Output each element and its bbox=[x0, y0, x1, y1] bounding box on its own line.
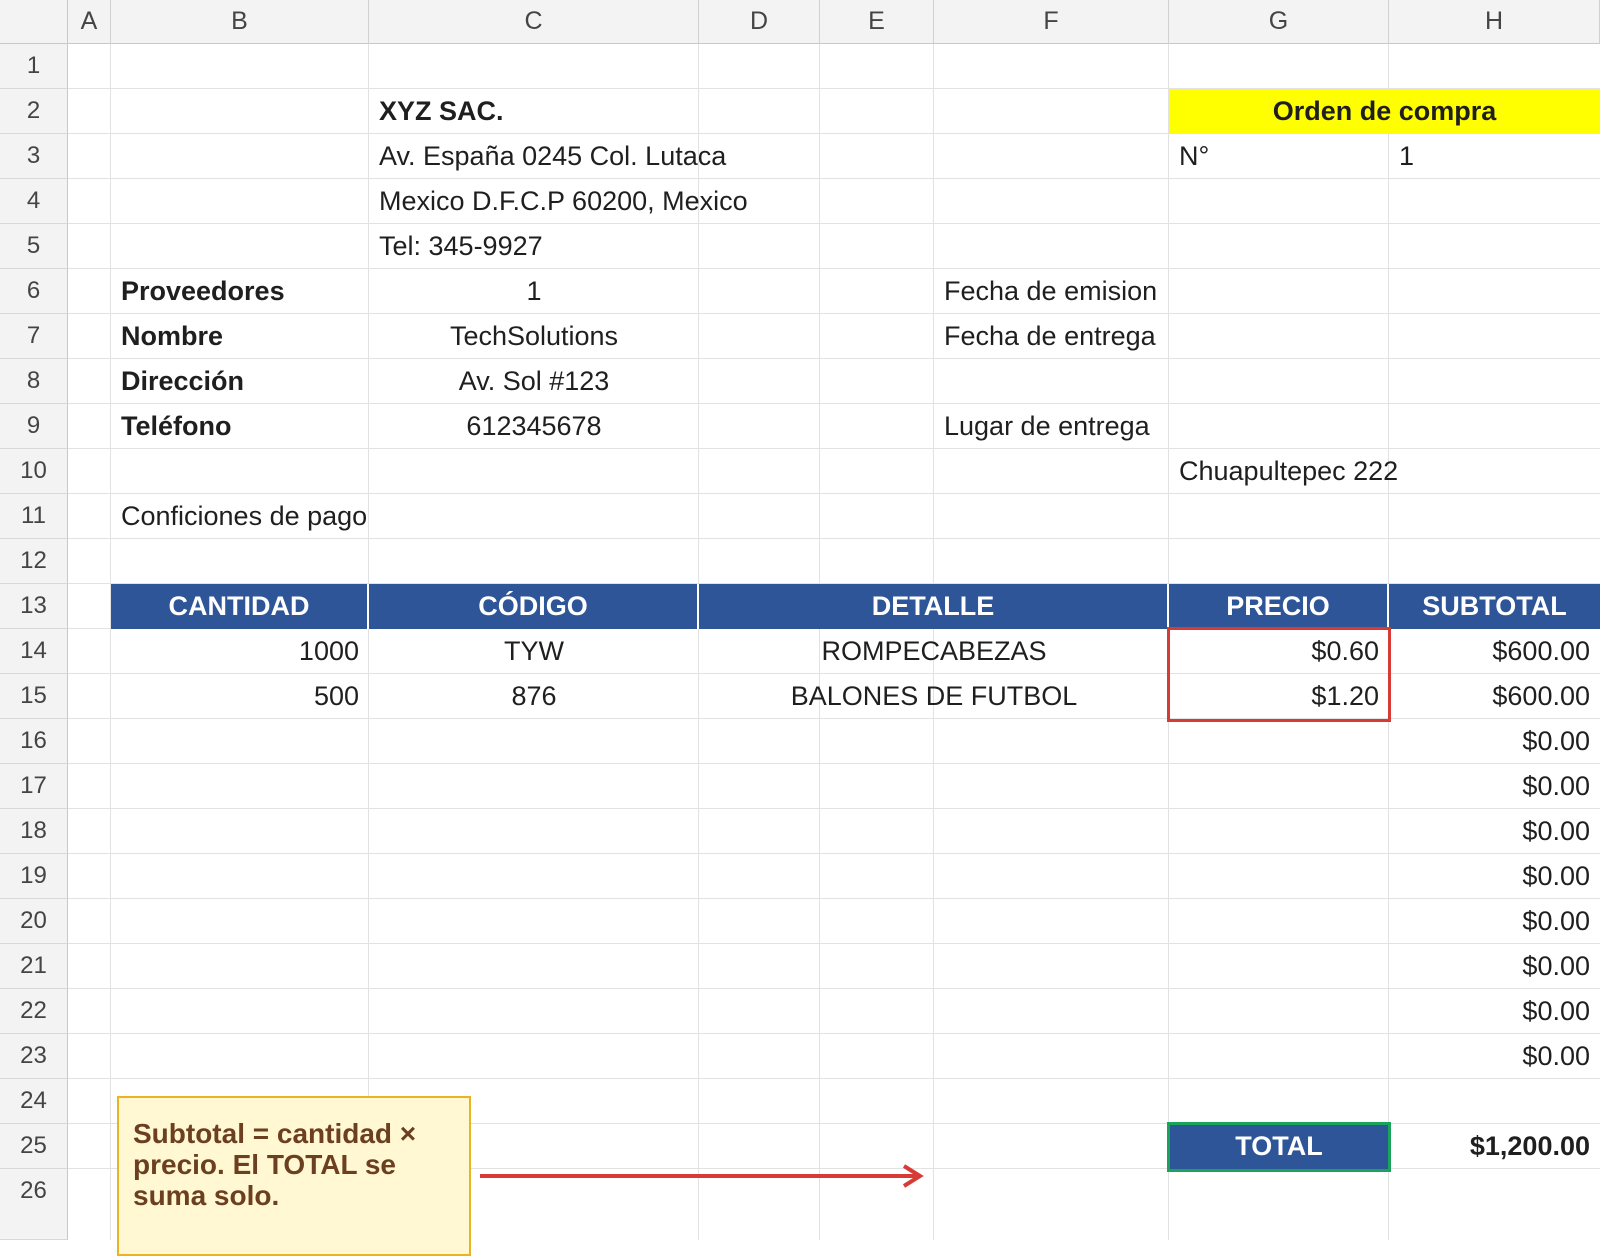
annotation-note-text: Subtotal = cantidad × precio. El TOTAL s… bbox=[133, 1118, 417, 1211]
item-code[interactable]: TYW bbox=[369, 629, 699, 674]
item-subtotal[interactable]: $600.00 bbox=[1389, 629, 1600, 674]
row-header-25[interactable]: 25 bbox=[0, 1124, 68, 1169]
issue-date-label[interactable]: Fecha de emision bbox=[934, 269, 1174, 314]
column-header-a[interactable]: A bbox=[68, 0, 111, 44]
supplier-name-label[interactable]: Nombre bbox=[111, 314, 369, 359]
item-subtotal[interactable]: $600.00 bbox=[1389, 674, 1600, 719]
item-price[interactable]: $0.60 bbox=[1169, 629, 1389, 674]
empty-subtotal[interactable]: $0.00 bbox=[1389, 764, 1600, 809]
empty-subtotal[interactable]: $0.00 bbox=[1389, 854, 1600, 899]
empty-subtotal[interactable]: $0.00 bbox=[1389, 1034, 1600, 1079]
row-header-3[interactable]: 3 bbox=[0, 134, 68, 179]
row-header-7[interactable]: 7 bbox=[0, 314, 68, 359]
empty-subtotal[interactable]: $0.00 bbox=[1389, 719, 1600, 764]
order-number-value[interactable]: 1 bbox=[1389, 134, 1600, 179]
total-value[interactable]: $1,200.00 bbox=[1389, 1124, 1600, 1169]
gridline bbox=[68, 1033, 1600, 1034]
gridline bbox=[68, 1078, 1600, 1079]
row-header-15[interactable]: 15 bbox=[0, 674, 68, 719]
delivery-date-label[interactable]: Fecha de entrega bbox=[934, 314, 1174, 359]
empty-subtotal[interactable]: $0.00 bbox=[1389, 809, 1600, 854]
gridline bbox=[68, 898, 1600, 899]
company-address-line2[interactable]: Mexico D.F.C.P 60200, Mexico bbox=[369, 179, 789, 224]
supplier-name-value[interactable]: TechSolutions bbox=[369, 314, 699, 359]
order-title[interactable]: Orden de compra bbox=[1169, 89, 1600, 134]
supplier-label[interactable]: Proveedores bbox=[111, 269, 369, 314]
gridline bbox=[68, 988, 1600, 989]
supplier-phone-label[interactable]: Teléfono bbox=[111, 404, 369, 449]
row-header-22[interactable]: 22 bbox=[0, 989, 68, 1034]
row-header-8[interactable]: 8 bbox=[0, 359, 68, 404]
column-header-e[interactable]: E bbox=[820, 0, 934, 44]
gridline bbox=[68, 853, 1600, 854]
payment-conditions-label[interactable]: Conficiones de pago bbox=[111, 494, 411, 539]
column-header-f[interactable]: F bbox=[934, 0, 1169, 44]
supplier-address-label[interactable]: Dirección bbox=[111, 359, 369, 404]
supplier-phone-value[interactable]: 612345678 bbox=[369, 404, 699, 449]
gridline bbox=[68, 808, 1600, 809]
row-header-1[interactable]: 1 bbox=[0, 44, 68, 89]
row-header-21[interactable]: 21 bbox=[0, 944, 68, 989]
item-price[interactable]: $1.20 bbox=[1169, 674, 1389, 719]
empty-subtotal[interactable]: $0.00 bbox=[1389, 989, 1600, 1034]
row-header-10[interactable]: 10 bbox=[0, 449, 68, 494]
row-header-5[interactable]: 5 bbox=[0, 224, 68, 269]
annotation-note: Subtotal = cantidad × precio. El TOTAL s… bbox=[117, 1096, 471, 1256]
header-codigo[interactable]: CÓDIGO bbox=[369, 584, 699, 629]
row-header-26[interactable]: 26 bbox=[0, 1169, 68, 1240]
row-header-14[interactable]: 14 bbox=[0, 629, 68, 674]
gridline bbox=[68, 943, 1600, 944]
column-header-b[interactable]: B bbox=[111, 0, 369, 44]
row-header-9[interactable]: 9 bbox=[0, 404, 68, 449]
row-header-4[interactable]: 4 bbox=[0, 179, 68, 224]
header-detalle[interactable]: DETALLE bbox=[699, 584, 1169, 629]
row-header-23[interactable]: 23 bbox=[0, 1034, 68, 1079]
item-code[interactable]: 876 bbox=[369, 674, 699, 719]
column-header-h[interactable]: H bbox=[1389, 0, 1600, 44]
gridline bbox=[68, 763, 1600, 764]
header-cantidad[interactable]: CANTIDAD bbox=[111, 584, 369, 629]
header-precio[interactable]: PRECIO bbox=[1169, 584, 1389, 629]
select-all-corner[interactable] bbox=[0, 0, 68, 44]
row-header-17[interactable]: 17 bbox=[0, 764, 68, 809]
row-header-16[interactable]: 16 bbox=[0, 719, 68, 764]
item-qty[interactable]: 1000 bbox=[111, 629, 369, 674]
item-detail[interactable]: ROMPECABEZAS bbox=[699, 629, 1169, 674]
annotation-arrow-icon bbox=[480, 1164, 924, 1188]
empty-subtotal[interactable]: $0.00 bbox=[1389, 899, 1600, 944]
item-qty[interactable]: 500 bbox=[111, 674, 369, 719]
row-header-18[interactable]: 18 bbox=[0, 809, 68, 854]
row-header-6[interactable]: 6 bbox=[0, 269, 68, 314]
header-subtotal[interactable]: SUBTOTAL bbox=[1389, 584, 1600, 629]
delivery-place-label[interactable]: Lugar de entrega bbox=[934, 404, 1174, 449]
total-highlight-box bbox=[1167, 1122, 1391, 1172]
supplier-value[interactable]: 1 bbox=[369, 269, 699, 314]
row-header-11[interactable]: 11 bbox=[0, 494, 68, 539]
item-detail[interactable]: BALONES DE FUTBOL bbox=[699, 674, 1169, 719]
row-header-13[interactable]: 13 bbox=[0, 584, 68, 629]
row-header-20[interactable]: 20 bbox=[0, 899, 68, 944]
company-address-line1[interactable]: Av. España 0245 Col. Lutaca bbox=[369, 134, 789, 179]
row-header-2[interactable]: 2 bbox=[0, 89, 68, 134]
company-phone[interactable]: Tel: 345-9927 bbox=[369, 224, 699, 269]
column-header-c[interactable]: C bbox=[369, 0, 699, 44]
empty-subtotal[interactable]: $0.00 bbox=[1389, 944, 1600, 989]
company-name[interactable]: XYZ SAC. bbox=[369, 89, 699, 134]
order-number-label[interactable]: N° bbox=[1169, 134, 1389, 179]
row-header-24[interactable]: 24 bbox=[0, 1079, 68, 1124]
column-header-d[interactable]: D bbox=[699, 0, 820, 44]
delivery-place-value[interactable]: Chuapultepec 222 bbox=[1169, 449, 1469, 494]
gridline bbox=[68, 223, 1600, 224]
column-header-g[interactable]: G bbox=[1169, 0, 1389, 44]
row-header-19[interactable]: 19 bbox=[0, 854, 68, 899]
supplier-address-value[interactable]: Av. Sol #123 bbox=[369, 359, 699, 404]
row-header-12[interactable]: 12 bbox=[0, 539, 68, 584]
